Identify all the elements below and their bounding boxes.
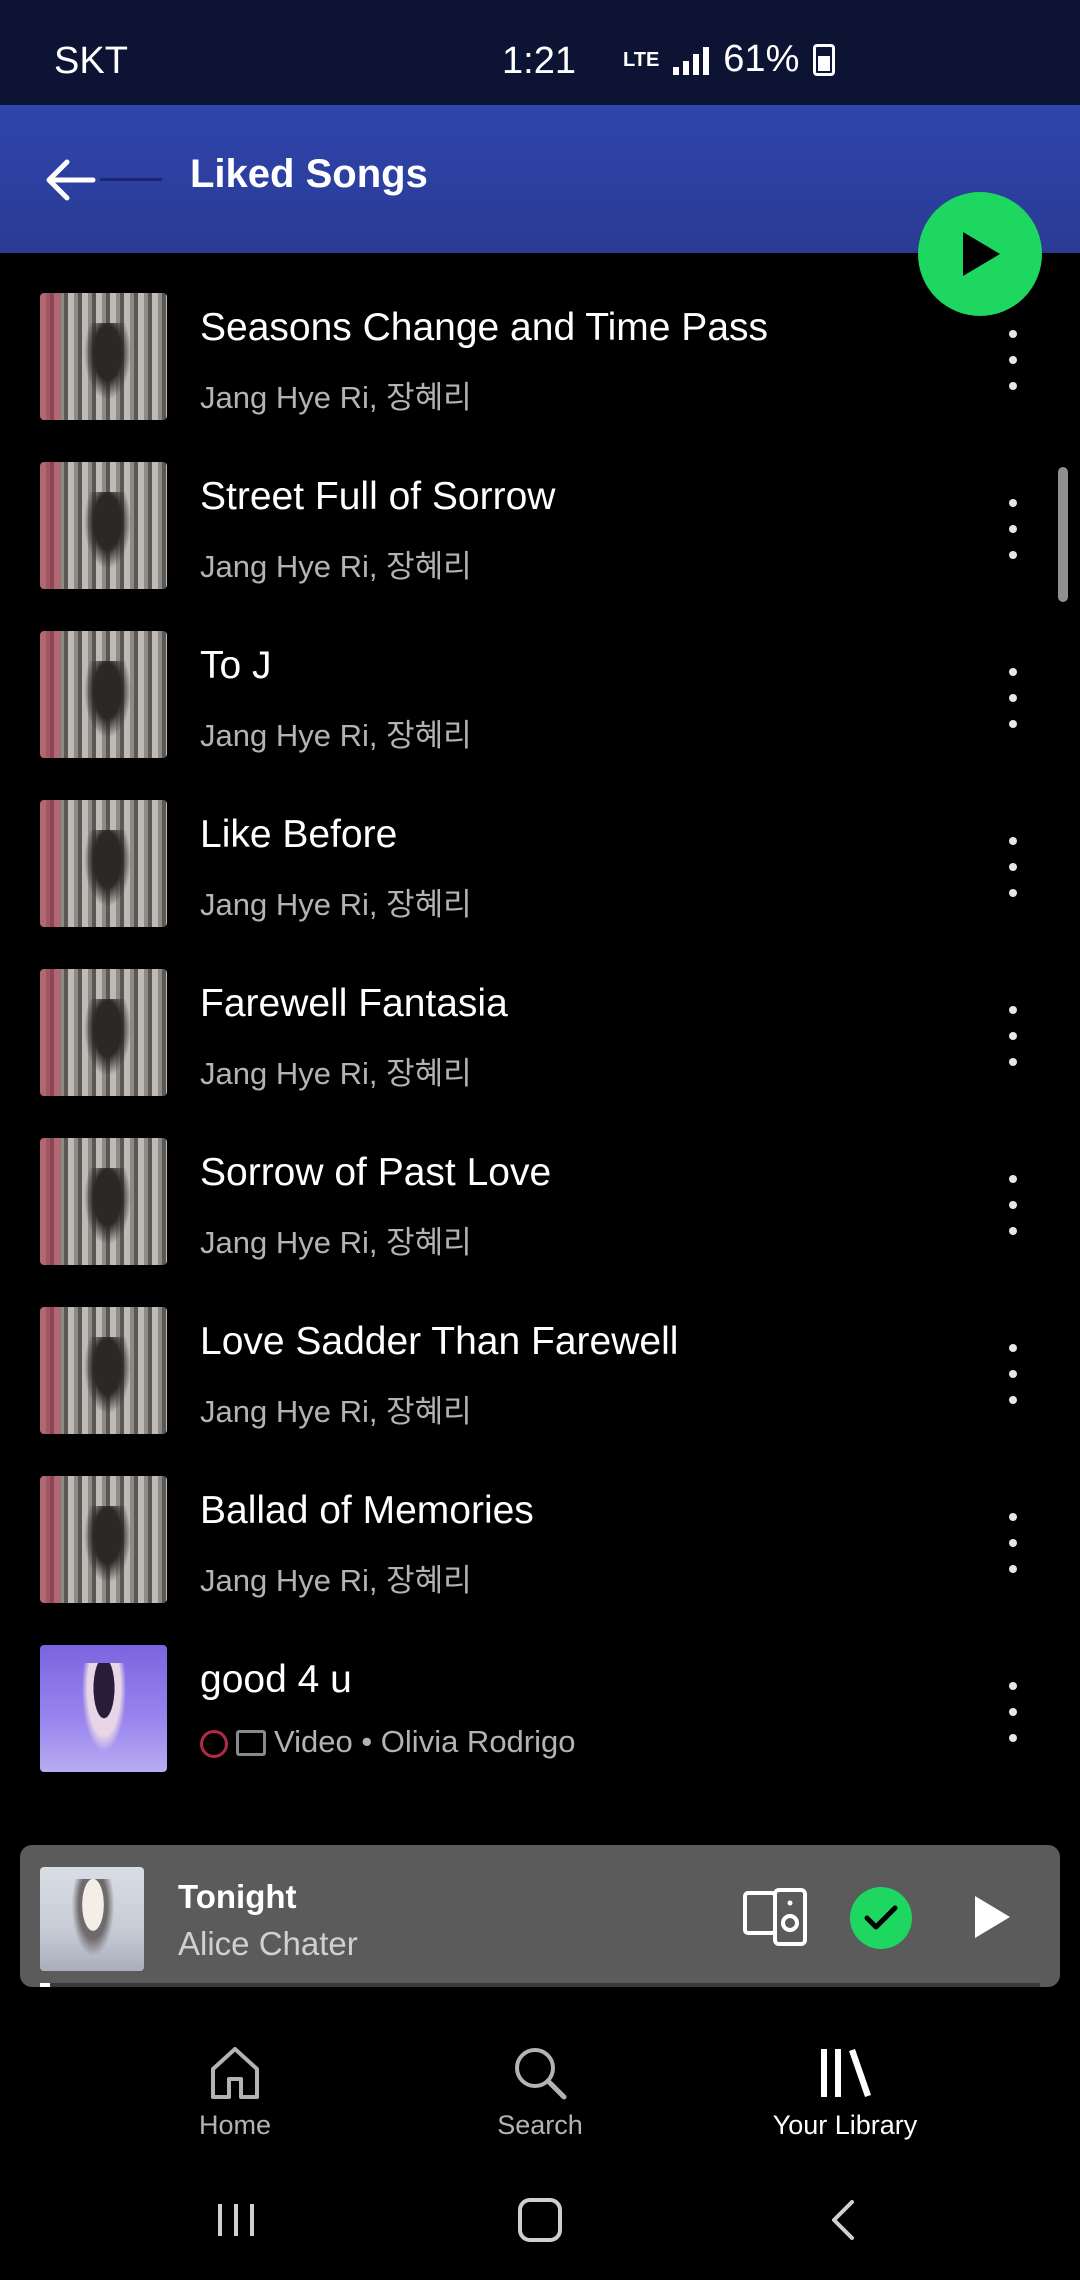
divider — [100, 178, 162, 181]
song-list: Seasons Change and Time Pass Jang Hye Ri… — [0, 270, 1080, 1791]
song-artist: Jang Hye Ri, 장혜리 — [200, 380, 472, 415]
nav-home-label: Home — [198, 2110, 272, 2140]
lte-icon: LTE — [623, 48, 660, 71]
nav-search-label: Search — [497, 2110, 583, 2140]
song-artist-line: Video • Olivia Rodrigo — [200, 1724, 576, 1760]
now-playing-artist: Alice Chater — [178, 1925, 358, 1962]
song-artist: Jang Hye Ri, 장혜리 — [200, 1056, 472, 1091]
connect-device-icon[interactable] — [742, 1887, 808, 1947]
badges — [200, 1729, 266, 1758]
signal-icon — [673, 45, 710, 75]
scrollbar[interactable] — [1058, 467, 1068, 602]
song-artist: Video • Olivia Rodrigo — [274, 1724, 576, 1759]
song-title: Seasons Change and Time Pass — [200, 306, 769, 349]
song-title: To J — [200, 644, 272, 687]
more-options-icon[interactable] — [996, 1682, 1030, 1742]
song-title: Sorrow of Past Love — [200, 1151, 552, 1194]
song-artist: Jang Hye Ri, 장혜리 — [200, 1394, 472, 1429]
song-row[interactable]: Love Sadder Than Farewell Jang Hye Ri, 장… — [0, 1284, 1080, 1453]
library-icon — [821, 2049, 871, 2097]
song-row[interactable]: Sorrow of Past Love Jang Hye Ri, 장혜리 — [0, 1115, 1080, 1284]
back-button[interactable] — [34, 145, 104, 215]
system-back-button[interactable] — [802, 2188, 882, 2252]
song-row[interactable]: Street Full of Sorrow Jang Hye Ri, 장혜리 — [0, 439, 1080, 608]
system-nav-bar — [0, 2160, 1080, 2280]
song-row[interactable]: Seasons Change and Time Pass Jang Hye Ri… — [0, 270, 1080, 439]
more-options-icon[interactable] — [996, 1344, 1030, 1404]
liked-check-icon[interactable] — [850, 1887, 912, 1949]
playback-progress-fill — [40, 1983, 50, 1987]
nav-library-label: Your Library — [772, 2110, 918, 2140]
album-art — [40, 631, 167, 758]
more-options-icon[interactable] — [996, 837, 1030, 897]
song-title: Like Before — [200, 813, 398, 856]
album-art — [40, 1645, 167, 1772]
song-artist: Jang Hye Ri, 장혜리 — [200, 1563, 472, 1598]
bottom-nav: Home Search Your Library — [0, 1990, 1080, 2160]
battery-icon — [813, 43, 836, 76]
home-square-icon — [518, 2198, 562, 2242]
mini-play-button[interactable] — [964, 1889, 1020, 1945]
song-artist: Jang Hye Ri, 장혜리 — [200, 549, 472, 584]
album-art — [40, 1476, 167, 1603]
more-options-icon[interactable] — [996, 330, 1030, 390]
more-options-icon[interactable] — [996, 668, 1030, 728]
more-options-icon[interactable] — [996, 1513, 1030, 1573]
album-art — [40, 1307, 167, 1434]
clock: 1:21 — [502, 40, 576, 82]
page-title: Liked Songs — [190, 152, 428, 196]
home-system-button[interactable] — [500, 2188, 580, 2252]
album-art — [40, 293, 167, 420]
album-art — [40, 800, 167, 927]
song-title: Ballad of Memories — [200, 1489, 534, 1532]
song-title: Love Sadder Than Farewell — [200, 1320, 679, 1363]
song-row[interactable]: Ballad of Memories Jang Hye Ri, 장혜리 — [0, 1453, 1080, 1622]
mini-player[interactable]: Tonight Alice Chater — [20, 1845, 1060, 1987]
more-options-icon[interactable] — [996, 1006, 1030, 1066]
recent-apps-icon — [218, 2204, 254, 2236]
status-icons: LTE 61% — [623, 38, 836, 81]
song-artist: Jang Hye Ri, 장혜리 — [200, 718, 472, 753]
now-playing-art — [40, 1867, 144, 1971]
recording-icon — [200, 1729, 228, 1758]
playback-progress — [40, 1983, 1040, 1987]
nav-search[interactable]: Search — [430, 2038, 650, 2141]
battery-percent: 61% — [723, 38, 800, 80]
play-icon — [963, 232, 1000, 276]
song-artist: Jang Hye Ri, 장혜리 — [200, 887, 472, 922]
video-icon — [236, 1729, 266, 1756]
song-artist: Jang Hye Ri, 장혜리 — [200, 1225, 472, 1260]
more-options-icon[interactable] — [996, 499, 1030, 559]
song-title: Farewell Fantasia — [200, 982, 508, 1025]
album-art — [40, 969, 167, 1096]
arrow-left-icon — [46, 159, 96, 201]
status-bar: SKT 1:21 LTE 61% — [0, 0, 1080, 105]
home-icon — [211, 2047, 259, 2099]
now-playing-title: Tonight — [178, 1878, 297, 1915]
play-button[interactable] — [918, 192, 1042, 316]
nav-home[interactable]: Home — [125, 2038, 345, 2141]
song-row[interactable]: Like Before Jang Hye Ri, 장혜리 — [0, 777, 1080, 946]
more-options-icon[interactable] — [996, 1175, 1030, 1235]
song-row[interactable]: To J Jang Hye Ri, 장혜리 — [0, 608, 1080, 777]
play-icon — [975, 1896, 1010, 1938]
nav-library[interactable]: Your Library — [735, 2038, 955, 2141]
search-icon — [515, 2048, 567, 2100]
recent-apps-button[interactable] — [196, 2188, 276, 2252]
song-row[interactable]: good 4 u Video • Olivia Rodrigo — [0, 1622, 1080, 1791]
song-row[interactable]: Farewell Fantasia Jang Hye Ri, 장혜리 — [0, 946, 1080, 1115]
chevron-left-icon — [832, 2200, 854, 2240]
song-title: Street Full of Sorrow — [200, 475, 556, 518]
album-art — [40, 462, 167, 589]
top-bar: Liked Songs — [0, 105, 1080, 253]
album-art — [40, 1138, 167, 1265]
song-title: good 4 u — [200, 1658, 352, 1701]
carrier-label: SKT — [54, 40, 128, 82]
